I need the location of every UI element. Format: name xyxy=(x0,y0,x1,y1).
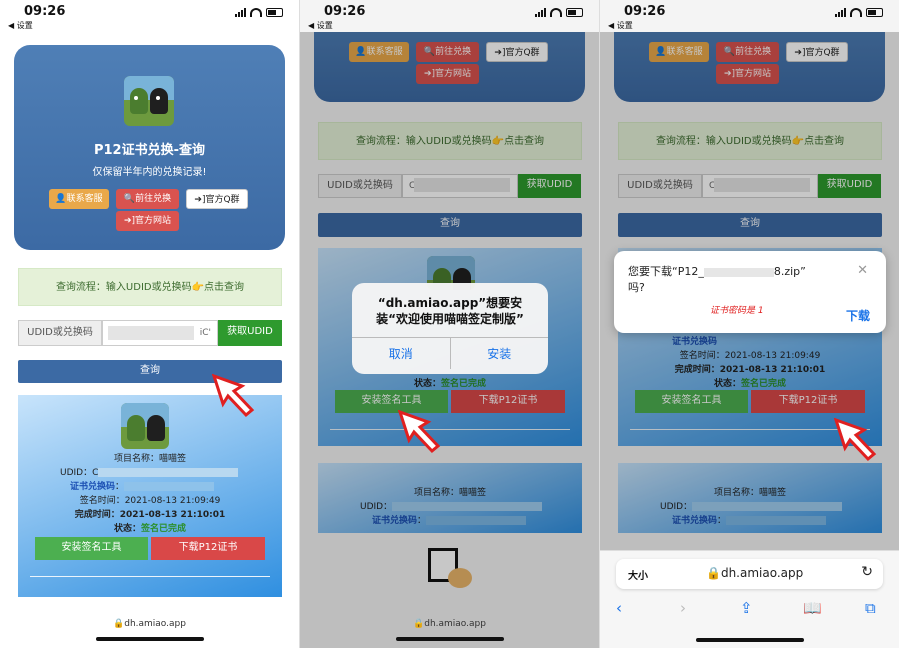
home-indicator xyxy=(396,637,504,641)
code-row: 证书兑换码： xyxy=(18,479,282,492)
signal-icon xyxy=(835,8,846,17)
battery-icon xyxy=(566,8,583,17)
download-message-prefix: 您要下载“P12_ xyxy=(628,265,704,278)
forward-icon[interactable]: › xyxy=(680,599,686,617)
download-dialog-message: 您要下载“P12_ 8.zip” xyxy=(628,263,806,279)
cancel-button[interactable]: 取消 xyxy=(352,338,450,369)
status-bar: 09:26 ◀ 设置 xyxy=(600,0,899,32)
install-button[interactable]: 安装 xyxy=(449,338,549,369)
official-qq-group-button[interactable]: ➔]官方Q群 xyxy=(186,189,248,209)
result-app-logo xyxy=(121,403,169,449)
redacted-input xyxy=(108,326,194,340)
status-time: 09:26 xyxy=(324,4,366,19)
state-label: 状态： xyxy=(113,524,141,534)
install-profile-dialog: “dh.amiao.app”想要安装“欢迎使用喵喵签定制版” 取消 安装 xyxy=(352,283,548,374)
udid-field-label: UDID或兑换码 xyxy=(18,320,102,346)
contact-support-button[interactable]: 👤联系客服 xyxy=(49,189,109,209)
close-icon[interactable]: ✕ xyxy=(857,263,868,278)
phone-screen-2: 09:26 ◀ 设置 👤联系客服 🔍前往兑换 ➔]官方Q群 ➔]官方网站 查询流… xyxy=(300,0,599,648)
result-card: 项目名称：喵喵签 UDID：C 证书兑换码： 签名时间：2021-08-13 2… xyxy=(18,395,282,597)
sign-time-label: 签名时间： xyxy=(79,496,125,506)
udid-label: UDID： xyxy=(60,468,93,478)
battery-icon xyxy=(866,8,883,17)
battery-icon xyxy=(266,8,283,17)
back-to-settings[interactable]: ◀ 设置 xyxy=(308,20,333,31)
state-value: 签名已完成 xyxy=(141,524,187,534)
status-bar: 09:26 ◀ 设置 xyxy=(300,0,599,32)
install-sign-tool-button[interactable]: 安装签名工具 xyxy=(35,537,148,560)
get-udid-button[interactable]: 获取UDID xyxy=(218,320,282,346)
go-redeem-button[interactable]: 🔍前往兑换 xyxy=(116,189,179,209)
back-to-settings[interactable]: ◀ 设置 xyxy=(8,20,33,31)
red-arrow-icon xyxy=(212,374,255,418)
project-name-row: 项目名称：喵喵签 xyxy=(18,451,282,464)
bookmarks-icon[interactable]: 📖 xyxy=(803,599,822,617)
install-dialog-message: “dh.amiao.app”想要安装“欢迎使用喵喵签定制版” xyxy=(376,296,524,326)
tabs-icon[interactable]: ⧉ xyxy=(865,599,876,617)
red-arrow-icon xyxy=(834,418,877,462)
back-to-settings[interactable]: ◀ 设置 xyxy=(608,20,633,31)
status-icons xyxy=(235,8,283,17)
code-sep: ： xyxy=(115,482,125,492)
sign-time-value: 2021-08-13 21:09:49 xyxy=(124,496,221,506)
result-divider xyxy=(30,576,270,577)
address-url: dh.amiao.app xyxy=(720,566,804,580)
wifi-icon xyxy=(550,8,562,17)
project-value: 喵喵签 xyxy=(159,454,187,464)
page-title: P12证书兑换-查询 xyxy=(93,143,205,158)
download-button[interactable]: 下载 xyxy=(846,307,870,324)
done-time-row: 完成时间：2021-08-13 21:10:01 xyxy=(18,507,282,520)
wifi-icon xyxy=(850,8,862,17)
done-time-value: 2021-08-13 21:10:01 xyxy=(119,510,226,520)
browser-url[interactable]: 🔒dh.amiao.app xyxy=(0,619,299,629)
app-logo xyxy=(124,76,174,126)
address-text: 🔒dh.amiao.app xyxy=(706,566,804,580)
status-time: 09:26 xyxy=(24,4,66,19)
status-icons xyxy=(535,8,583,17)
official-website-button[interactable]: ➔]官方网站 xyxy=(116,211,179,231)
query-tip: 查询流程：输入UDID或兑换码👉点击查询 xyxy=(18,268,282,306)
browser-url-text: dh.amiao.app xyxy=(124,619,186,629)
text-size-button[interactable]: 大小 xyxy=(628,567,648,582)
udid-row: UDID：C xyxy=(18,465,282,478)
status-icons xyxy=(835,8,883,17)
download-message-suffix: 8.zip” xyxy=(773,265,806,278)
home-indicator xyxy=(696,638,804,642)
share-icon[interactable]: ⇪ xyxy=(740,599,753,617)
reload-icon[interactable]: ↻ xyxy=(861,564,873,580)
signal-icon xyxy=(535,8,546,17)
handwritten-note: 证书密码是 1 xyxy=(710,306,764,316)
state-row: 状态：签名已完成 xyxy=(18,521,282,534)
download-message-line2: 吗? xyxy=(628,281,645,294)
phone-screen-1: 09:26 ◀ 设置 P12证书兑换-查询 仅保留半年内的兑换记录! 👤联系客服… xyxy=(0,0,299,648)
project-label: 项目名称： xyxy=(113,454,159,464)
wifi-icon xyxy=(250,8,262,17)
done-time-label: 完成时间： xyxy=(74,510,120,520)
safari-toolbar: 大小 🔒dh.amiao.app ↻ ‹ › ⇪ 📖 ⧉ xyxy=(600,550,899,648)
signal-icon xyxy=(235,8,246,17)
phone-screen-3: 09:26 ◀ 设置 👤联系客服 🔍前往兑换 ➔]官方Q群 ➔]官方网站 查询流… xyxy=(600,0,899,648)
sign-time-row: 签名时间：2021-08-13 21:09:49 xyxy=(18,493,282,506)
browser-url-text: dh.amiao.app xyxy=(424,619,486,629)
browser-url[interactable]: 🔒dh.amiao.app xyxy=(300,619,599,629)
page-subtitle: 仅保留半年内的兑换记录! xyxy=(92,167,207,178)
red-arrow-icon xyxy=(398,410,441,454)
back-icon[interactable]: ‹ xyxy=(616,599,622,617)
code-label: 证书兑换码 xyxy=(70,482,116,492)
download-p12-button[interactable]: 下载P12证书 xyxy=(151,537,265,560)
status-bar: 09:26 ◀ 设置 xyxy=(0,0,299,32)
address-bar[interactable]: 大小 🔒dh.amiao.app ↻ xyxy=(616,559,883,589)
download-dialog: 您要下载“P12_ 8.zip” 吗? ✕ 证书密码是 1 下载 xyxy=(614,251,886,333)
status-time: 09:26 xyxy=(624,4,666,19)
dialog-actions: 取消 安装 xyxy=(352,337,548,369)
home-indicator xyxy=(96,637,204,641)
